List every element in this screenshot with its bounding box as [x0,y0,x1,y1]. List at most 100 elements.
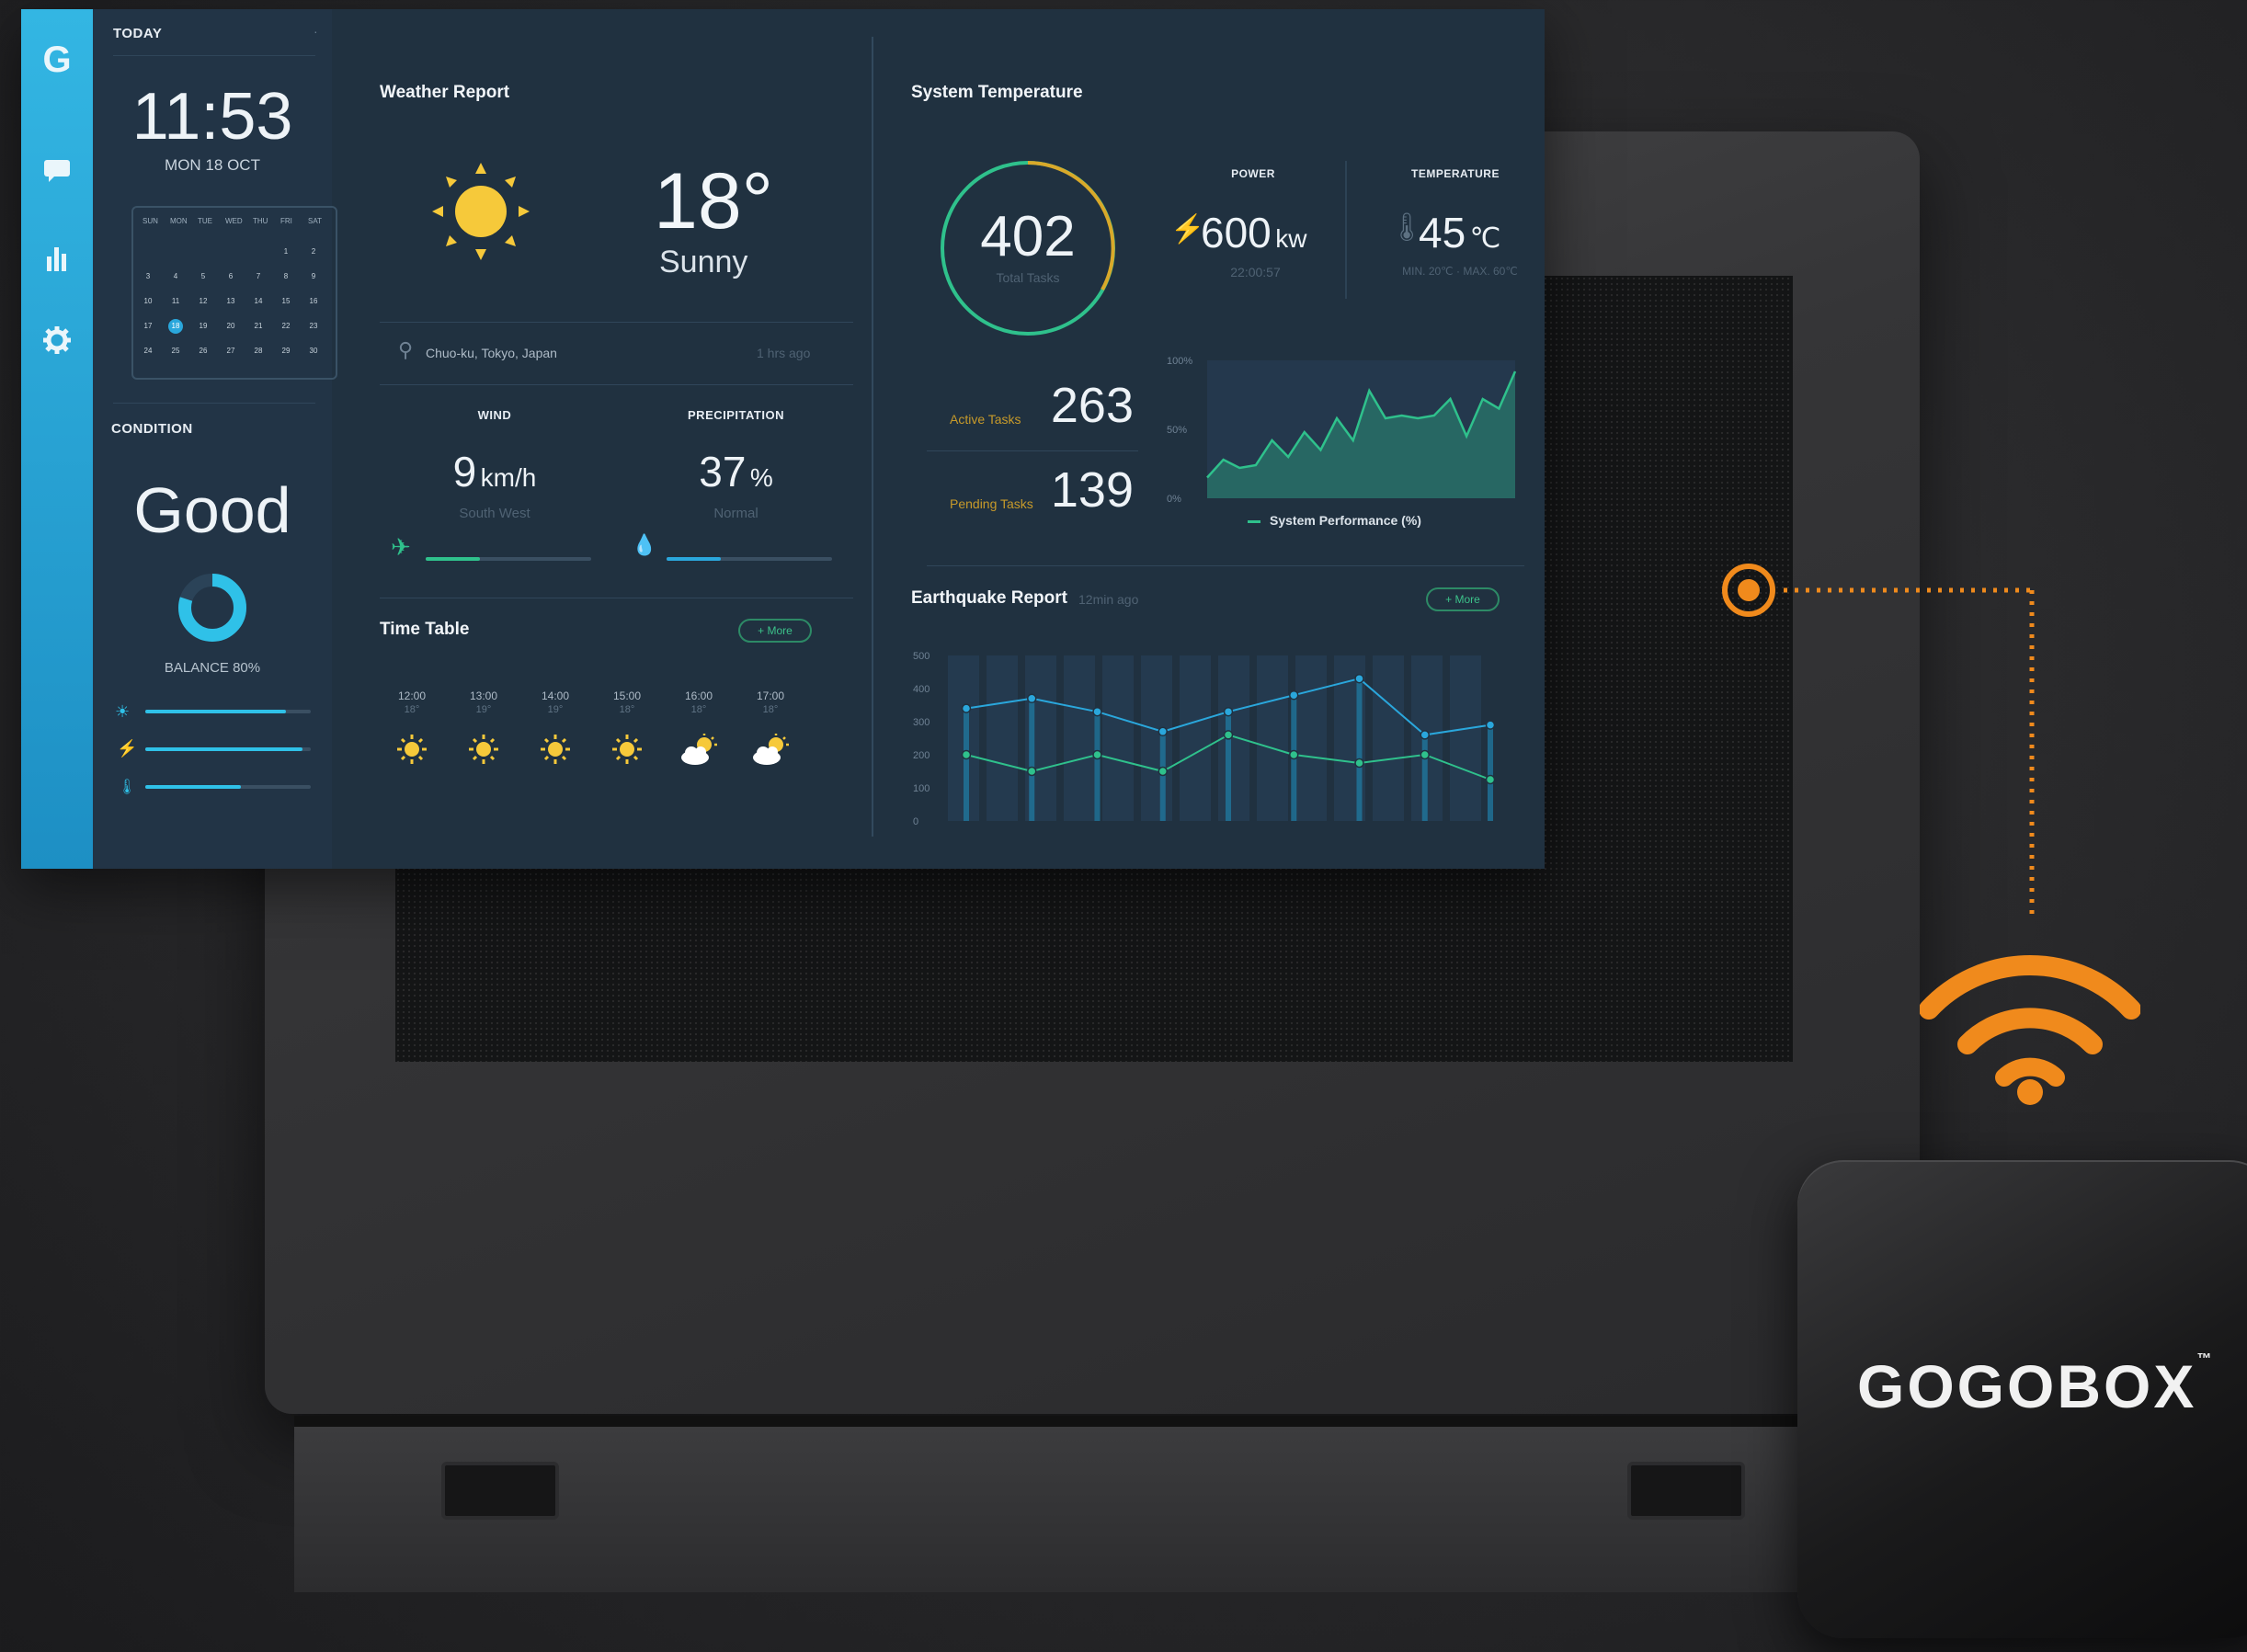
condition-value: Good [133,474,291,546]
calendar-day[interactable]: 20 [223,319,238,334]
calendar-day[interactable]: 6 [223,269,238,284]
chat-icon[interactable] [39,154,75,191]
calendar-day[interactable]: 19 [196,319,211,334]
timetable-slot: 13:00 19° [456,689,511,770]
divider [1345,161,1347,299]
active-tasks-value: 263 [1050,378,1134,433]
earthquake-subtitle: 12min ago [1078,592,1139,607]
slot-time: 12:00 [397,689,427,702]
quake-y-tick: 400 [913,684,930,695]
current-condition: Sunny [659,245,748,279]
calendar-day[interactable]: 13 [223,294,238,309]
calendar-day[interactable]: 23 [306,319,321,334]
calendar-day[interactable]: 27 [223,344,238,359]
calendar-day[interactable]: 14 [251,294,266,309]
calendar-day[interactable]: 21 [251,319,266,334]
partly-cloudy-icon [743,734,798,770]
calendar-day[interactable]: 28 [251,344,266,359]
quake-point [1092,749,1102,760]
sun-icon [432,163,530,260]
performance-chart: 100% 50% 0% [1167,356,1517,505]
total-tasks-value: 402 [980,205,1076,268]
quake-bar [1421,735,1428,821]
pending-tasks-value: 139 [1050,462,1134,518]
quake-y-tick: 200 [913,750,930,761]
precipitation-bar-fill [667,557,722,561]
calendar-day[interactable]: 5 [196,269,211,284]
divider [872,37,873,837]
wifi-icon [1920,955,2140,1105]
calendar-weekday: WED [225,217,243,225]
wind-direction: South West [459,506,530,521]
app-logo-icon[interactable]: G [39,41,75,78]
quake-column [1141,655,1172,821]
calendar-day[interactable]: 17 [141,319,155,334]
quake-y-tick: 300 [913,717,930,728]
wind-bar-fill [426,557,481,561]
perf-y-tick: 0% [1167,494,1181,505]
calendar-weekday: THU [253,217,268,225]
calendar-day[interactable]: 29 [279,344,293,359]
calendar-weekday: SAT [308,217,322,225]
chart-icon[interactable] [39,243,75,279]
calendar-day[interactable]: 22 [279,319,293,334]
quake-column [987,655,1018,821]
perf-y-tick: 100% [1167,356,1192,367]
wind-label: WIND [477,408,512,422]
slot-temp: 18° [619,704,635,715]
total-tasks-label: Total Tasks [996,270,1060,285]
slot-time: 16:00 [684,689,713,702]
temperature-value: 45 ℃ [1419,209,1501,256]
calendar-day[interactable]: 30 [306,344,321,359]
earthquake-more-button[interactable]: + More [1426,587,1500,611]
quake-point [961,703,972,713]
calendar-day[interactable]: 12 [196,294,211,309]
slot-temp: 19° [475,704,492,715]
timetable-more-button[interactable]: + More [738,619,812,643]
calendar-day[interactable]: 9 [306,269,321,284]
nav-rail: G [21,9,93,869]
active-tasks-label: Active Tasks [950,412,1021,427]
gear-icon[interactable] [39,325,75,362]
divider [927,565,1524,566]
calendar-day[interactable]: 2 [306,245,321,259]
power-time: 22:00:57 [1230,265,1281,279]
bolt-icon: ⚡ [117,739,138,758]
rain-drop-icon: 💧 [632,533,657,556]
power-label: POWER [1231,167,1275,180]
quake-point [1485,774,1496,785]
device-vent [1627,1462,1745,1520]
calendar-day[interactable]: 7 [251,269,266,284]
quake-column [1102,655,1134,821]
calendar-day[interactable]: 3 [141,269,155,284]
slot-time: 15:00 [612,689,642,702]
calendar-day[interactable]: 8 [279,269,293,284]
quake-bar [1356,678,1363,821]
power-bar-fill [145,747,302,751]
condition-label: CONDITION [111,421,193,437]
calendar-day[interactable]: 18 [168,319,183,334]
quake-bar [1226,712,1231,821]
quake-point [1289,749,1299,760]
calendar-day[interactable]: 16 [306,294,321,309]
menu-dots-icon[interactable]: · [314,24,318,39]
divider [380,384,853,385]
slot-temp: 18° [690,704,707,715]
calendar-day[interactable]: 25 [168,344,183,359]
quake-bar [1488,724,1493,821]
calendar-day[interactable]: 10 [141,294,155,309]
location-text: Chuo-ku, Tokyo, Japan [426,346,557,360]
slot-temp: 19° [547,704,564,715]
quake-column [1450,655,1481,821]
calendar-day[interactable]: 26 [196,344,211,359]
divider [927,450,1138,451]
divider [113,403,315,404]
calendar-day[interactable]: 11 [168,294,183,309]
quake-column [1064,655,1095,821]
calendar-day[interactable]: 4 [168,269,183,284]
calendar-day[interactable]: 1 [279,245,293,259]
calendar-day[interactable]: 15 [279,294,293,309]
temp-bar-fill [145,785,242,789]
calendar-day[interactable]: 24 [141,344,155,359]
quake-bar [1094,712,1101,821]
